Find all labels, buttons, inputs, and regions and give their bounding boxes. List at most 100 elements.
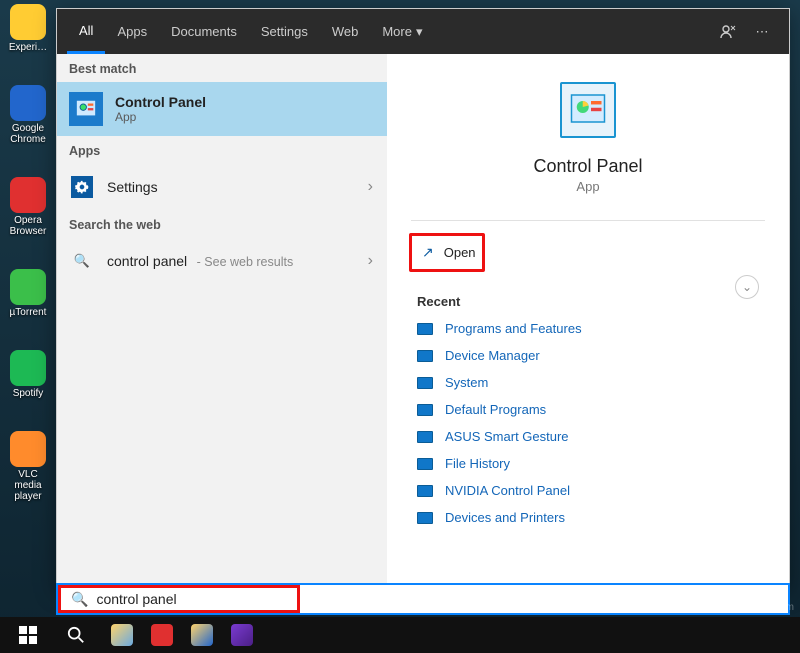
utorrent-shortcut-label: µTorrent — [10, 307, 47, 318]
recent-devices-and-printers[interactable]: Devices and Printers — [417, 510, 759, 525]
expand-actions-button[interactable]: ⌄ — [735, 275, 759, 299]
recent-item-label: File History — [445, 456, 510, 471]
result-settings[interactable]: Settings › — [57, 164, 387, 210]
search-tabs: AllAppsDocumentsSettingsWebMore ▾ ⋯ — [57, 9, 789, 54]
desktop-icons: Experi… Google Chrome Opera Browser µTorren… — [4, 4, 52, 502]
chevron-down-icon: ▾ — [416, 24, 423, 40]
google-chrome-shortcut-label: Google Chrome — [4, 123, 52, 145]
control-panel-item-icon — [417, 485, 433, 497]
taskbar-search-button[interactable] — [54, 619, 98, 651]
control-panel-item-icon — [417, 404, 433, 416]
details-actions: ↗ Open ⌄ — [387, 233, 789, 272]
best-match-title: Control Panel — [115, 94, 206, 110]
more-options-button[interactable]: ⋯ — [745, 9, 779, 54]
chevron-right-icon: › — [368, 178, 373, 196]
vlc-shortcut[interactable]: VLC media player — [4, 431, 52, 502]
apps-header: Apps — [57, 136, 387, 164]
taskbar-opera-icon — [151, 624, 173, 646]
search-results-column: Best match Control Panel App Apps Settin… — [57, 54, 387, 588]
feedback-button[interactable] — [711, 9, 745, 54]
start-search-flyout: AllAppsDocumentsSettingsWebMore ▾⋯ Best … — [56, 8, 790, 589]
web-header: Search the web — [57, 210, 387, 238]
control-panel-item-icon — [417, 458, 433, 470]
spotify-shortcut-icon — [10, 350, 46, 386]
opera-browser-shortcut-label: Opera Browser — [4, 215, 52, 237]
opera-browser-shortcut-icon — [10, 177, 46, 213]
recent-item-label: ASUS Smart Gesture — [445, 429, 569, 444]
best-match-header: Best match — [57, 54, 387, 82]
control-panel-item-icon — [417, 350, 433, 362]
open-button[interactable]: ↗ Open — [409, 233, 485, 272]
details-title: Control Panel — [533, 156, 642, 177]
recent-programs-and-features[interactable]: Programs and Features — [417, 321, 759, 336]
result-web-control-panel[interactable]: 🔍 control panel - See web results › — [57, 238, 387, 284]
result-label: control panel - See web results — [107, 253, 354, 269]
tab-all[interactable]: All — [67, 9, 105, 54]
result-label: Settings — [107, 179, 354, 195]
recent-item-label: Device Manager — [445, 348, 540, 363]
vlc-shortcut-label: VLC media player — [4, 469, 52, 502]
tab-documents[interactable]: Documents — [159, 9, 249, 54]
control-panel-item-icon — [417, 431, 433, 443]
best-match-control-panel[interactable]: Control Panel App — [57, 82, 387, 136]
search-input[interactable]: 🔍 control panel — [58, 585, 300, 613]
recent-item-label: Devices and Printers — [445, 510, 565, 525]
recent-asus-smart-gesture[interactable]: ASUS Smart Gesture — [417, 429, 759, 444]
spotify-shortcut[interactable]: Spotify — [4, 350, 52, 399]
taskbar-chrome-icon — [191, 624, 213, 646]
search-icon: 🔍 — [71, 250, 93, 272]
details-pane: Control Panel App ↗ Open ⌄ Recent Progra… — [387, 54, 789, 588]
recent-nvidia-control-panel[interactable]: NVIDIA Control Panel — [417, 483, 759, 498]
vlc-shortcut-icon — [10, 431, 46, 467]
search-input-wrapper[interactable]: 🔍 control panel — [56, 583, 790, 615]
utorrent-shortcut[interactable]: µTorrent — [4, 269, 52, 318]
taskbar-chrome[interactable] — [182, 620, 222, 650]
google-chrome-shortcut-icon — [10, 85, 46, 121]
search-body: Best match Control Panel App Apps Settin… — [57, 54, 789, 588]
recent-default-programs[interactable]: Default Programs — [417, 402, 759, 417]
recent-header: Recent — [417, 294, 759, 309]
taskbar-opera[interactable] — [142, 620, 182, 650]
taskbar-file-explorer[interactable] — [102, 620, 142, 650]
recent-section: Recent Programs and Features Device Manag… — [387, 272, 789, 525]
details-app-icon — [560, 82, 616, 138]
desktop: Experi… Google Chrome Opera Browser µTorren… — [0, 0, 800, 653]
result-hint: - See web results — [193, 255, 293, 269]
recent-system[interactable]: System — [417, 375, 759, 390]
separator — [411, 220, 765, 221]
watermark: w3zx.com — [750, 602, 794, 613]
best-match-subtitle: App — [115, 110, 206, 124]
tab-apps[interactable]: Apps — [105, 9, 159, 54]
utorrent-shortcut-icon — [10, 269, 46, 305]
chevron-right-icon: › — [368, 252, 373, 270]
tab-more[interactable]: More ▾ — [370, 9, 434, 54]
search-icon: 🔍 — [71, 591, 88, 608]
details-subtitle: App — [576, 179, 599, 194]
control-panel-item-icon — [417, 323, 433, 335]
opera-browser-shortcut[interactable]: Opera Browser — [4, 177, 52, 237]
best-match-text: Control Panel App — [115, 94, 206, 124]
recent-file-history[interactable]: File History — [417, 456, 759, 471]
experiment-shortcut-icon — [10, 4, 46, 40]
open-icon: ↗ — [422, 244, 434, 261]
spotify-shortcut-label: Spotify — [13, 388, 44, 399]
control-panel-item-icon — [417, 377, 433, 389]
taskbar-premiere-icon — [231, 624, 253, 646]
gear-icon — [71, 176, 93, 198]
recent-item-label: NVIDIA Control Panel — [445, 483, 570, 498]
experiment-shortcut-label: Experi… — [9, 42, 47, 53]
search-query-text: control panel — [96, 591, 176, 607]
google-chrome-shortcut[interactable]: Google Chrome — [4, 85, 52, 145]
recent-list: Programs and Features Device Manager Syste… — [417, 321, 759, 525]
taskbar-premiere[interactable] — [222, 620, 262, 650]
tab-web[interactable]: Web — [320, 9, 371, 54]
taskbar-file-explorer-icon — [111, 624, 133, 646]
taskbar — [0, 617, 800, 653]
control-panel-item-icon — [417, 512, 433, 524]
recent-item-label: System — [445, 375, 488, 390]
recent-item-label: Default Programs — [445, 402, 546, 417]
start-button[interactable] — [6, 619, 50, 651]
tab-settings[interactable]: Settings — [249, 9, 320, 54]
recent-device-manager[interactable]: Device Manager — [417, 348, 759, 363]
experiment-shortcut[interactable]: Experi… — [4, 4, 52, 53]
